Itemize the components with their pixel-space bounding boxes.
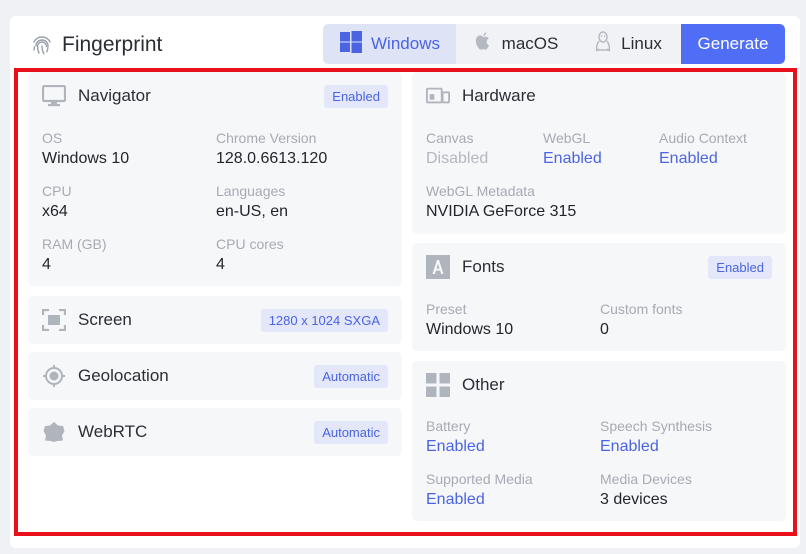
field-label: WebGL <box>543 130 591 146</box>
field-canvas[interactable]: Canvas Disabled <box>426 129 488 170</box>
fonts-card: Fonts Enabled Preset Windows 10 Custom f… <box>412 243 786 351</box>
field-value: Enabled <box>426 491 485 508</box>
field-value: Enabled <box>659 150 718 167</box>
status-badge[interactable]: Enabled <box>324 84 388 108</box>
hardware-card: Hardware Canvas Disabled WebGL Enabled A… <box>412 72 786 234</box>
field-value: Disabled <box>426 150 489 167</box>
other-title: Other <box>462 375 505 394</box>
page-title: Fingerprint <box>62 33 163 56</box>
field-label: Speech Synthesis <box>600 418 713 434</box>
apple-icon <box>472 30 494 59</box>
field-preset[interactable]: Preset Windows 10 <box>426 300 513 341</box>
field-value: 4 <box>42 256 51 273</box>
tab-label: Windows <box>371 34 440 53</box>
status-badge[interactable]: Enabled <box>708 255 772 279</box>
field-value: Windows 10 <box>426 321 514 338</box>
mode-badge[interactable]: Automatic <box>314 420 388 444</box>
fonts-title: Fonts <box>462 257 505 276</box>
field-label: Chrome Version <box>216 130 317 146</box>
field-media-devices[interactable]: Media Devices 3 devices <box>600 470 692 511</box>
geolocation-title: Geolocation <box>78 366 169 385</box>
monitor-icon <box>42 84 66 108</box>
field-languages[interactable]: Languages en-US, en <box>216 182 288 223</box>
field-value: 128.0.6613.120 <box>216 150 328 167</box>
field-value: 3 devices <box>600 491 668 508</box>
field-label: Languages <box>216 183 286 199</box>
field-label: Battery <box>426 418 471 434</box>
tab-macos[interactable]: macOS <box>456 24 574 64</box>
webrtc-title: WebRTC <box>78 422 148 441</box>
screen-card[interactable]: Screen 1280 x 1024 SXGA <box>28 296 402 344</box>
field-audio-context[interactable]: Audio Context Enabled <box>659 129 747 170</box>
field-value: Enabled <box>543 150 602 167</box>
field-label: Custom fonts <box>600 301 683 317</box>
tab-label: Linux <box>621 34 662 53</box>
navigator-title: Navigator <box>78 86 151 105</box>
hardware-header: Hardware <box>426 72 772 120</box>
windows-icon <box>339 30 363 59</box>
other-header: Other <box>426 361 772 409</box>
field-label: Audio Context <box>659 130 747 146</box>
field-label: CPU <box>42 183 72 199</box>
field-value: Enabled <box>600 438 659 455</box>
field-ram[interactable]: RAM (GB) 4 <box>42 235 107 276</box>
field-label: OS <box>42 130 63 146</box>
tab-linux[interactable]: Linux <box>574 24 681 64</box>
field-value: NVIDIA GeForce 315 <box>426 203 577 220</box>
hardware-devices-icon <box>426 84 450 108</box>
generate-button[interactable]: Generate <box>681 24 785 64</box>
field-webgl[interactable]: WebGL Enabled <box>543 129 602 170</box>
mode-badge[interactable]: Automatic <box>314 364 388 388</box>
navigator-card: Navigator Enabled OS Windows 10 Chrome V… <box>28 72 402 286</box>
field-cpu[interactable]: CPU x64 <box>42 182 72 223</box>
font-letter-icon <box>426 255 450 279</box>
field-os[interactable]: OS Windows 10 <box>42 129 129 170</box>
linux-icon <box>593 30 613 59</box>
field-cpu-cores[interactable]: CPU cores 4 <box>216 235 284 276</box>
webrtc-card[interactable]: WebRTC Automatic <box>28 408 402 456</box>
field-value: 0 <box>600 321 609 338</box>
field-label: CPU cores <box>216 236 284 252</box>
os-tab-group: Windows macOS Linux Generate <box>323 24 785 64</box>
other-card: Other Battery Enabled Speech Synthesis E… <box>412 361 786 521</box>
field-label: Canvas <box>426 130 474 146</box>
grid-icon <box>426 373 450 397</box>
hardware-title: Hardware <box>462 86 536 105</box>
field-supported-media[interactable]: Supported Media Enabled <box>426 470 533 511</box>
geolocation-header: Geolocation Automatic <box>42 352 388 400</box>
field-chrome-version[interactable]: Chrome Version 128.0.6613.120 <box>216 129 327 170</box>
tab-label: macOS <box>501 34 559 53</box>
fingerprint-icon <box>30 33 54 57</box>
field-value: 4 <box>216 256 225 273</box>
field-webgl-metadata[interactable]: WebGL Metadata NVIDIA GeForce 315 <box>426 182 576 223</box>
navigator-header: Navigator Enabled <box>42 72 388 120</box>
field-label: Supported Media <box>426 471 533 487</box>
screen-frame-icon <box>42 308 66 332</box>
webrtc-header: WebRTC Automatic <box>42 408 388 456</box>
location-target-icon <box>42 364 66 388</box>
field-value: en-US, en <box>216 203 289 220</box>
field-speech-synthesis[interactable]: Speech Synthesis Enabled <box>600 417 712 458</box>
fonts-header: Fonts Enabled <box>426 243 772 291</box>
resolution-badge[interactable]: 1280 x 1024 SXGA <box>260 308 388 332</box>
panel-header: Fingerprint <box>30 30 162 60</box>
field-value: x64 <box>42 203 68 220</box>
screen-title: Screen <box>78 310 132 329</box>
webrtc-icon <box>42 420 66 444</box>
field-label: WebGL Metadata <box>426 183 535 199</box>
field-label: Preset <box>426 301 467 317</box>
field-battery[interactable]: Battery Enabled <box>426 417 485 458</box>
field-label: Media Devices <box>600 471 692 487</box>
geolocation-card[interactable]: Geolocation Automatic <box>28 352 402 400</box>
field-value: Enabled <box>426 438 485 455</box>
tab-windows[interactable]: Windows <box>323 24 456 64</box>
field-label: RAM (GB) <box>42 236 107 252</box>
field-custom-fonts[interactable]: Custom fonts 0 <box>600 300 682 341</box>
field-value: Windows 10 <box>42 150 130 167</box>
screen-header: Screen 1280 x 1024 SXGA <box>42 296 388 344</box>
